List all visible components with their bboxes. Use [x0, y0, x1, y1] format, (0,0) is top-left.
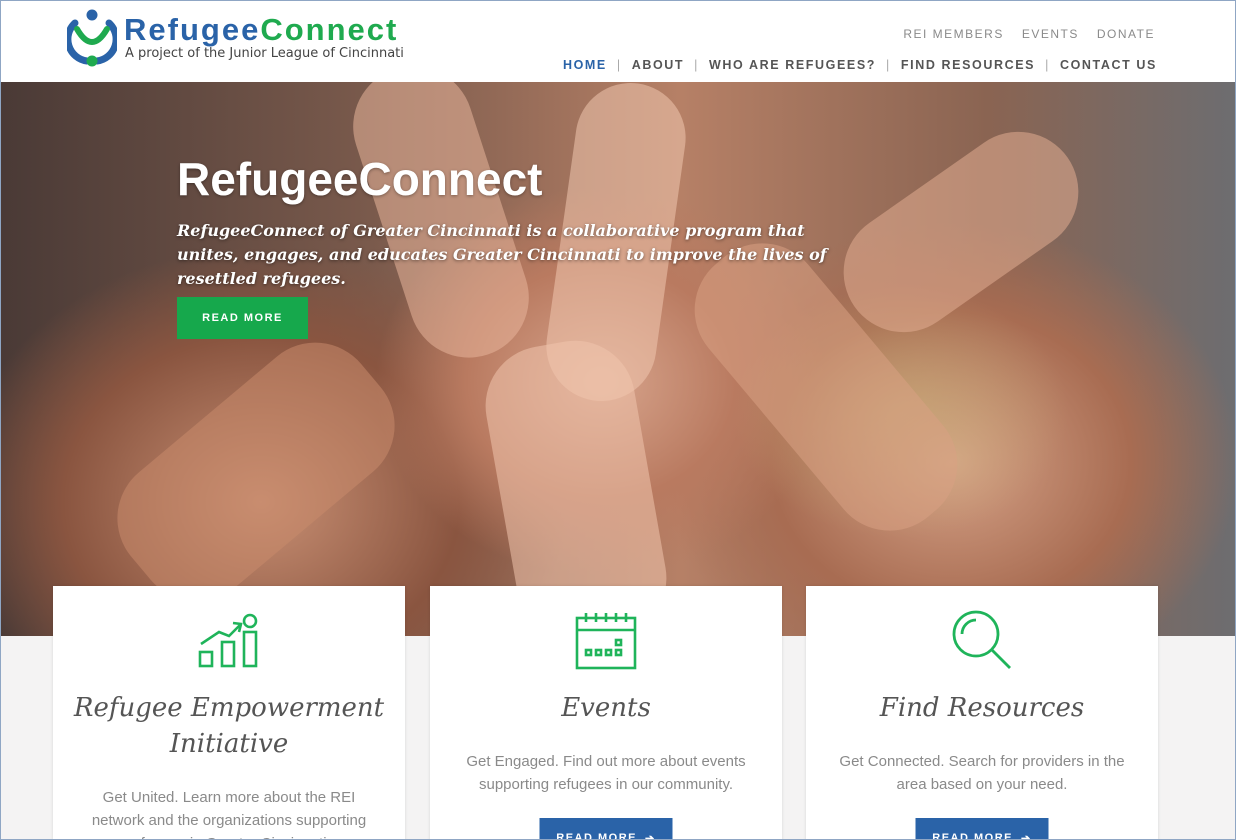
hero-photo-hands — [92, 318, 420, 626]
events-read-more-button[interactable]: READ MORE ➔ — [539, 818, 673, 840]
main-nav: HOME | ABOUT | WHO ARE REFUGEES? | FIND … — [563, 58, 1157, 72]
nav-who-are-refugees[interactable]: WHO ARE REFUGEES? — [709, 58, 876, 72]
page: RefugeeConnect A project of the Junior L… — [0, 0, 1236, 840]
hero-title: RefugeeConnect — [177, 153, 543, 205]
nav-separator: | — [694, 58, 700, 72]
nav-separator: | — [1045, 58, 1050, 72]
button-label: READ MORE — [932, 832, 1013, 840]
card-find-resources: Find Resources Get Connected. Search for… — [806, 586, 1158, 840]
hero-photo-hands — [820, 108, 1102, 356]
site-logo[interactable]: RefugeeConnect A project of the Junior L… — [67, 9, 447, 69]
button-label: READ MORE — [556, 832, 637, 840]
hero-read-more-button[interactable]: READ MORE — [177, 297, 308, 339]
nav-events[interactable]: EVENTS — [1022, 27, 1079, 41]
card-description: Get Connected. Search for providers in t… — [839, 753, 1125, 793]
nav-find-resources[interactable]: FIND RESOURCES — [901, 58, 1035, 72]
brand-tagline: A project of the Junior League of Cincin… — [125, 46, 404, 61]
hero-banner: RefugeeConnect RefugeeConnect of Greater… — [1, 82, 1235, 636]
card-events: Events Get Engaged. Find out more about … — [430, 586, 782, 840]
magnifier-icon — [952, 610, 1011, 669]
site-header: RefugeeConnect A project of the Junior L… — [1, 1, 1235, 82]
hero-subtitle: RefugeeConnect of Greater Cincinnati is … — [177, 221, 827, 288]
card-title: Refugee Empowerment Initiative — [73, 693, 385, 759]
card-title: Events — [561, 693, 651, 723]
nav-donate[interactable]: DONATE — [1097, 27, 1155, 41]
nav-about[interactable]: ABOUT — [632, 58, 684, 72]
card-rei: Refugee Empowerment Initiative Get Unite… — [53, 586, 405, 839]
card-description: Get United. Learn more about the REI net… — [91, 789, 367, 839]
nav-separator: | — [616, 58, 622, 72]
utility-nav: REI MEMBERS EVENTS DONATE — [903, 27, 1155, 41]
nav-separator: | — [886, 58, 891, 72]
arrow-right-icon: ➔ — [1021, 832, 1032, 840]
card-title: Find Resources — [879, 693, 1085, 723]
card-description: Get Engaged. Find out more about events … — [466, 753, 746, 793]
calendar-icon — [575, 613, 637, 670]
nav-home[interactable]: HOME — [563, 58, 607, 72]
nav-rei-members[interactable]: REI MEMBERS — [903, 27, 1004, 41]
growth-chart-icon — [198, 613, 258, 668]
arrow-right-icon: ➔ — [645, 832, 656, 840]
resources-read-more-button[interactable]: READ MORE ➔ — [915, 818, 1049, 840]
logo-people-icon — [67, 9, 117, 67]
brand-name: RefugeeConnect — [124, 12, 399, 47]
nav-contact-us[interactable]: CONTACT US — [1060, 58, 1157, 72]
